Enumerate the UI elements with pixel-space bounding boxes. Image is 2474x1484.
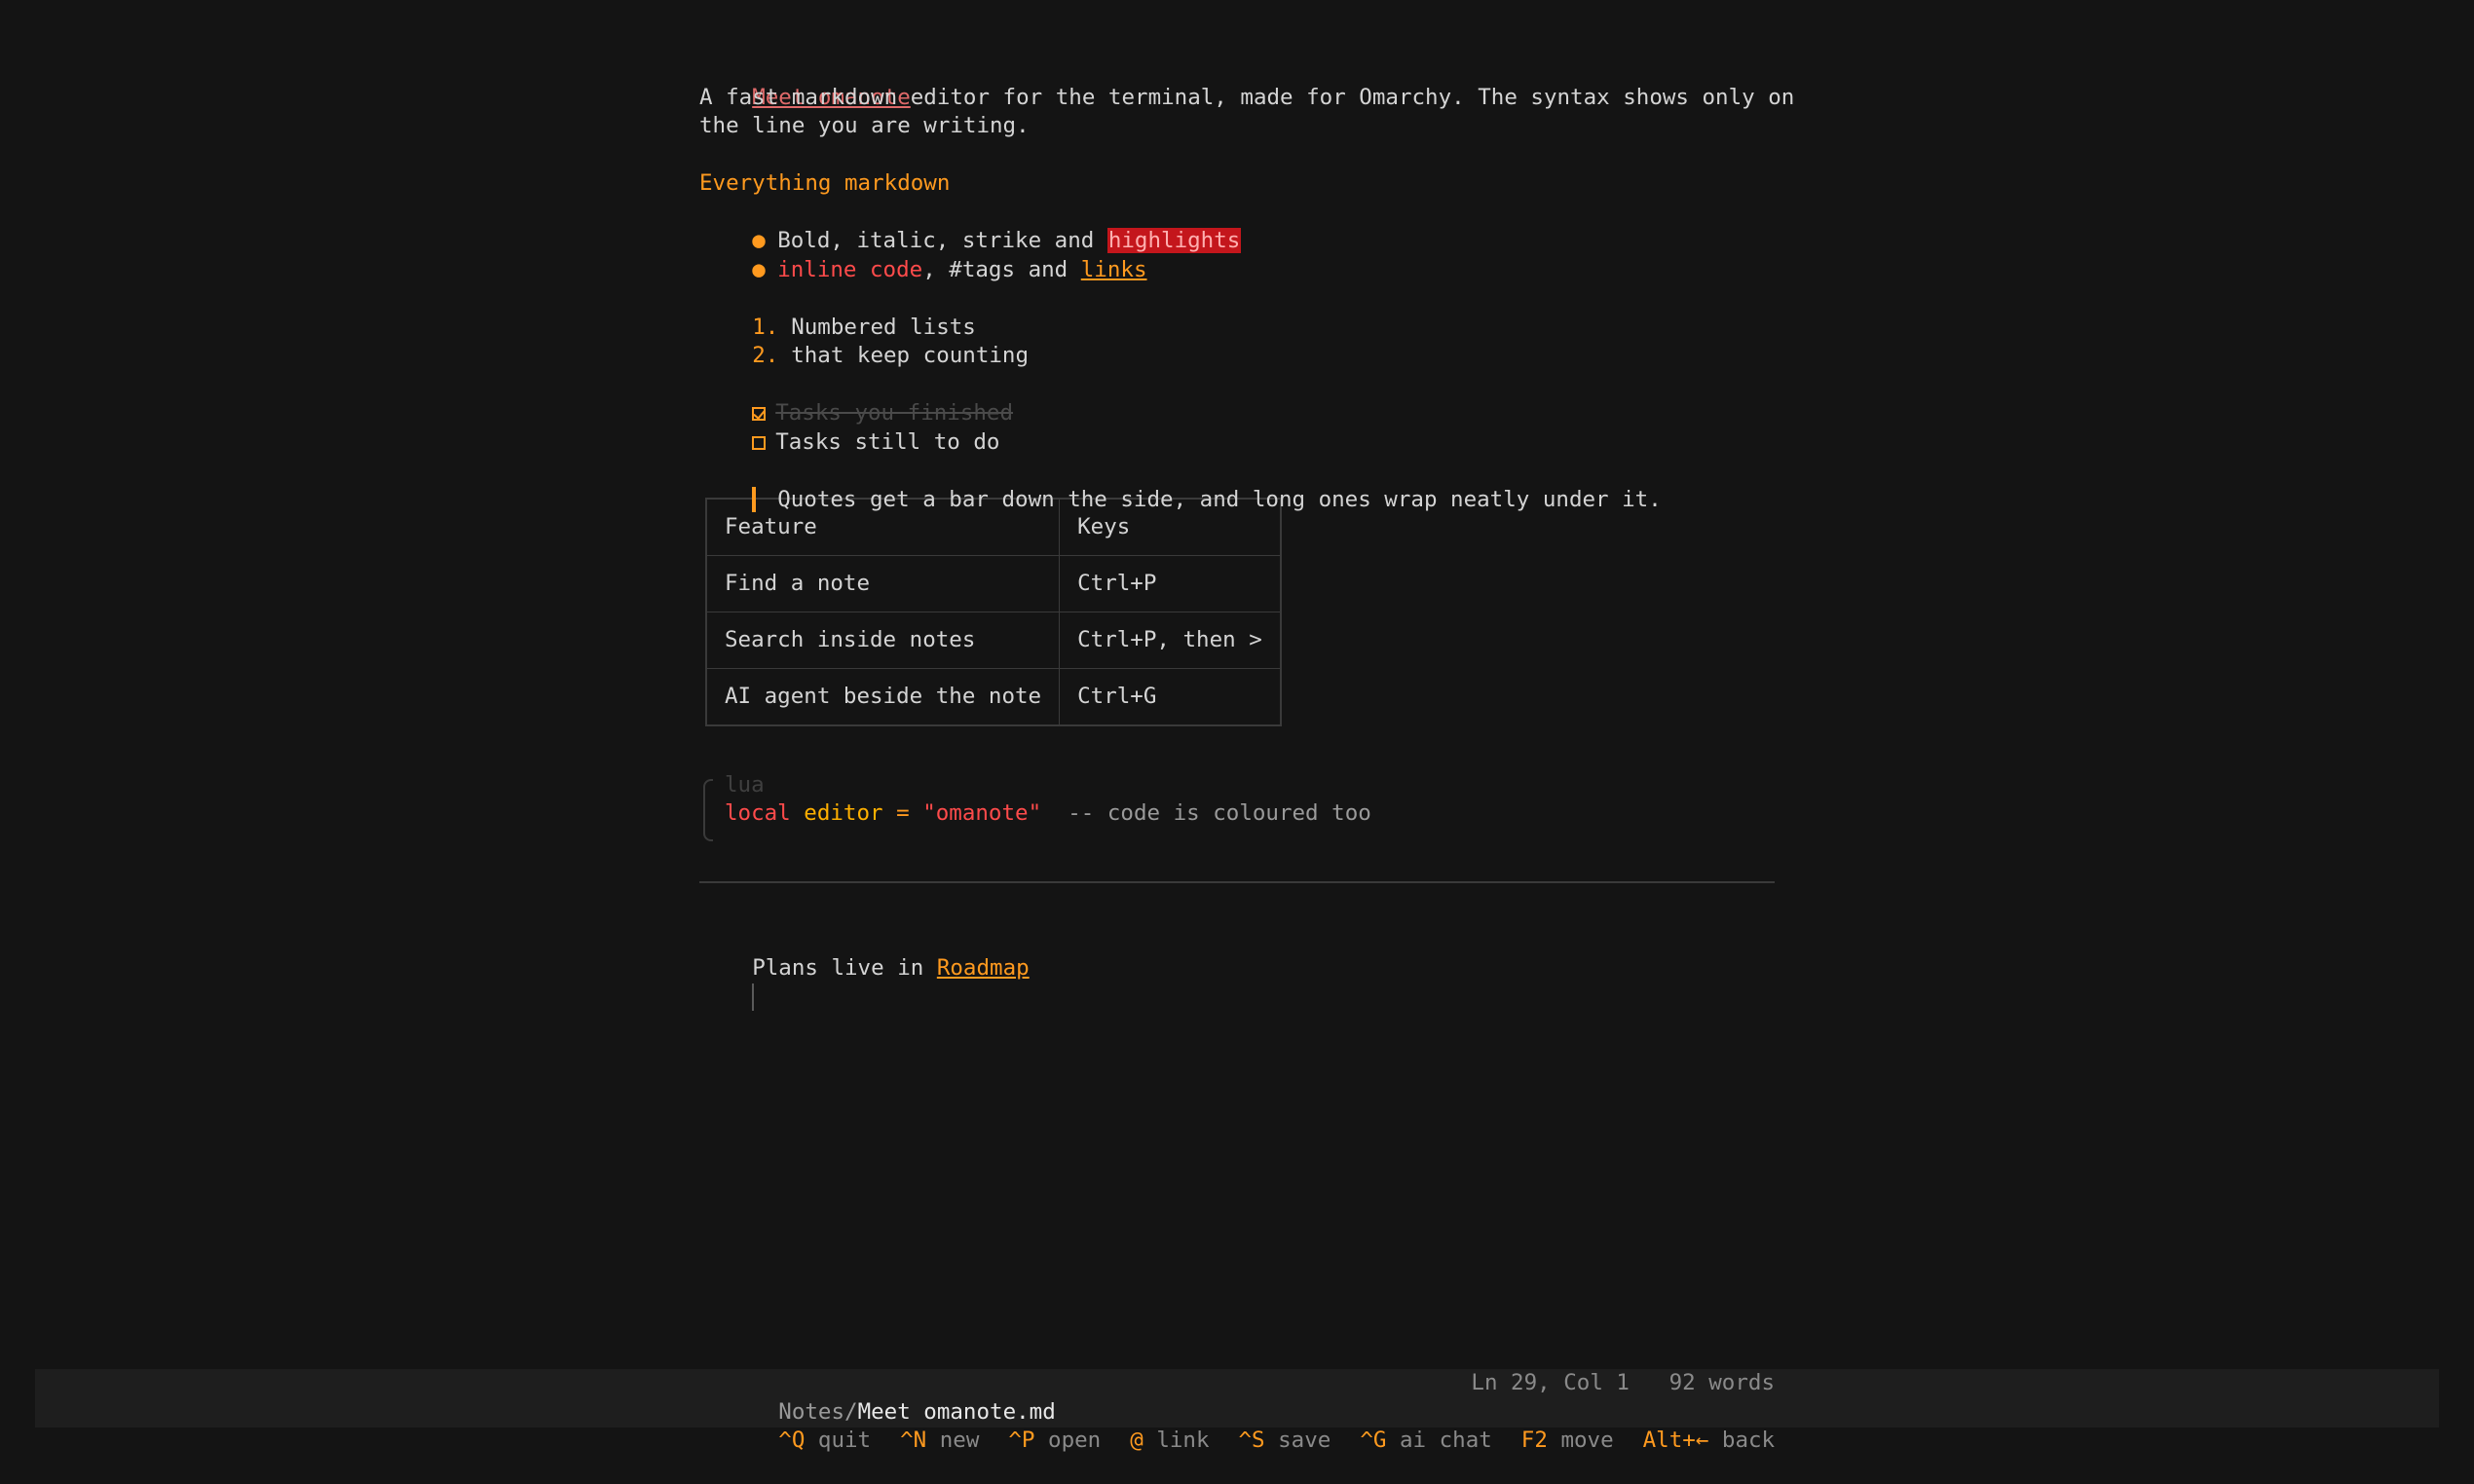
code-line: local editor = "omanote" -- code is colo… [725,799,1775,829]
highlight-text: highlights [1106,228,1242,253]
list-text: Numbered lists [791,314,976,340]
code-keyword: local [725,800,791,826]
table-row: Search inside notes Ctrl+P, then > [705,611,1282,669]
shortcut-quit[interactable]: ^Q quit [778,1428,900,1453]
quote-text: Quotes get a bar down the side, and long… [777,486,1662,512]
word-count: 92 words [1668,1370,1775,1395]
status-info: Ln 29, Col 1 92 words [1471,1369,1775,1398]
code-identifier: editor [804,800,883,826]
unchecked-box-icon[interactable] [752,435,767,450]
bullet-dot-icon: ● [752,256,766,282]
links-link[interactable]: links [1081,257,1147,282]
table-cell: Ctrl+G [1059,667,1282,725]
cursor-position: Ln 29, Col 1 [1471,1370,1630,1395]
table-row: AI agent beside the note Ctrl+G [705,667,1282,725]
task-text: Tasks you finished [775,400,1014,426]
bullet-text: , #tags and [922,256,1081,282]
code-language-label: lua [725,771,765,798]
table-cell: Search inside notes [705,611,1061,669]
table-cell: Ctrl+P, then > [1059,611,1282,669]
status-content: Notes/Meet omanote.md Ln 29, Col 1 92 wo… [699,1369,1775,1453]
bullet-item: ● Bold, italic, strike and highlights [699,199,1775,253]
text-cursor [752,983,755,1011]
code-operator: = [896,800,910,826]
editor-pane[interactable]: Meet omanote A fast markdown editor for … [699,55,1795,1011]
intro-line-1: A fast markdown editor for the terminal,… [699,84,1795,110]
shortcut-link[interactable]: @ link [1130,1428,1238,1453]
table-cell: Ctrl+P [1059,554,1282,612]
quote-bar [752,486,757,512]
shortcut-new[interactable]: ^N new [900,1428,1008,1453]
shortcut-ai-chat[interactable]: ^G ai chat [1360,1428,1520,1453]
intro-line-2: the line you are writing. [699,113,1030,138]
shortcut-save[interactable]: ^S save [1239,1428,1361,1453]
task-text: Tasks still to do [775,428,1000,455]
list-text: that keep counting [791,343,1030,368]
code-block: lua local editor = "omanote" -- code is … [699,771,1775,841]
code-comment: -- code is coloured too [1068,800,1371,826]
table-cell: Find a note [705,554,1061,612]
bullet-text: Bold, italic, strike and [777,228,1107,253]
shortcut-bar: ^Q quit ^N new ^P open @ link ^S save ^G ai c… [699,1398,1775,1453]
footer-text: Plans live in [752,955,937,981]
shortcut-move[interactable]: F2 move [1521,1428,1643,1453]
code-string: "omanote" [922,800,1042,826]
roadmap-link[interactable]: Roadmap [937,955,1030,981]
footer-line: Plans live in Roadmap [699,926,1775,981]
table-cell: AI agent beside the note [705,667,1061,725]
inline-code: inline code [777,256,923,282]
checked-box-icon[interactable] [752,407,767,421]
task-item-done: Tasks you finished [699,371,1775,426]
shortcut-back[interactable]: Alt+← back [1643,1428,1804,1453]
code-block-bracket [703,778,713,841]
features-table: Feature Keys Find a note Ctrl+P Search i… [705,497,1282,726]
bullet-dot-icon: ● [752,228,766,253]
list-number: 1. [752,314,779,340]
section-heading: Everything markdown [699,170,951,196]
table-row: Find a note Ctrl+P [705,554,1282,612]
list-number: 2. [752,343,779,368]
status-bar: Notes/Meet omanote.md Ln 29, Col 1 92 wo… [35,1369,2439,1453]
blockquote: Quotes get a bar down the side, and long… [699,457,1775,512]
status-file-line: Notes/Meet omanote.md Ln 29, Col 1 92 wo… [699,1369,1775,1425]
shortcut-open[interactable]: ^P open [1008,1428,1130,1453]
numbered-item: 1. Numbered lists [699,284,1775,340]
